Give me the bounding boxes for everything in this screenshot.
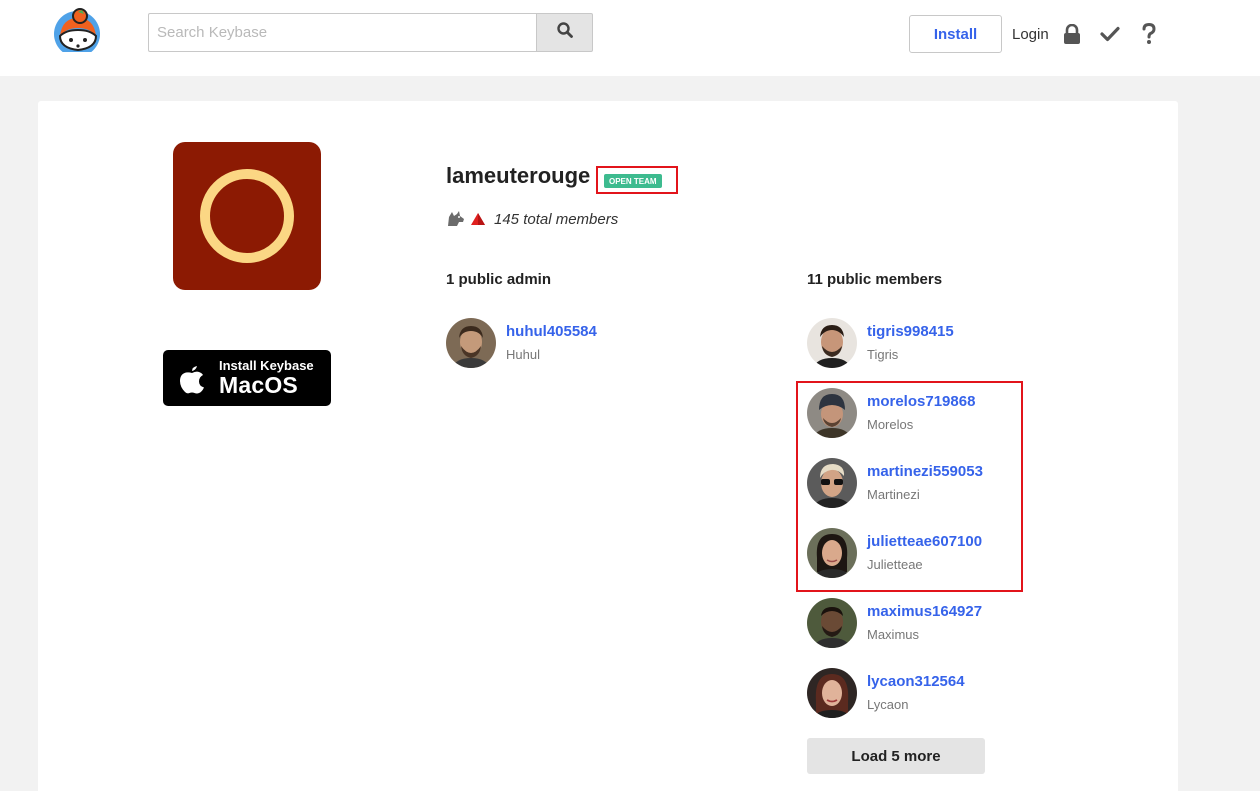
member-count-row: 145 total members: [446, 209, 618, 229]
member-username[interactable]: lycaon312564: [867, 673, 965, 690]
keybase-logo-icon[interactable]: [52, 8, 102, 57]
search-input[interactable]: [148, 13, 537, 52]
lock-icon[interactable]: [1060, 22, 1084, 46]
avatar[interactable]: [807, 318, 857, 368]
avatar[interactable]: [807, 598, 857, 648]
install-macos-badge[interactable]: Install Keybase MacOS: [163, 350, 331, 406]
member-full-name: Maximus: [867, 627, 920, 642]
public-members-title: 11 public members: [807, 271, 943, 288]
load-more-button[interactable]: Load 5 more: [807, 738, 985, 774]
team-name: lameuterouge: [446, 163, 591, 188]
search-bar: [148, 13, 593, 52]
member-list-item: tigris998415 Tigris: [807, 318, 1027, 368]
members-highlight: [796, 381, 1023, 592]
install-badge-line1: Install Keybase: [219, 358, 314, 373]
avatar[interactable]: [446, 318, 496, 368]
search-button[interactable]: [536, 13, 593, 52]
login-link[interactable]: Login: [1012, 26, 1049, 43]
member-username[interactable]: maximus164927: [867, 603, 982, 620]
avatar[interactable]: [807, 668, 857, 718]
apple-icon: [177, 362, 207, 394]
member-list-item: lycaon312564 Lycaon: [807, 668, 1027, 718]
admin-list-item: huhul405584 Huhul: [446, 318, 666, 368]
search-icon: [556, 22, 573, 43]
team-avatar: [173, 142, 321, 290]
check-icon[interactable]: [1098, 22, 1122, 46]
public-admins-title: 1 public admin: [446, 271, 552, 288]
top-header: Install Login: [0, 0, 1260, 76]
member-full-name: Lycaon: [867, 697, 909, 712]
member-username[interactable]: tigris998415: [867, 323, 954, 340]
admin-username[interactable]: huhul405584: [506, 323, 597, 340]
help-icon[interactable]: [1137, 22, 1161, 46]
install-badge-line2: MacOS: [219, 372, 298, 398]
total-members-text: 145 total members: [494, 210, 619, 228]
team-avatar-ring: [200, 169, 294, 263]
member-list-item: maximus164927 Maximus: [807, 598, 1027, 648]
open-team-highlight: [596, 166, 678, 194]
admin-full-name: Huhul: [506, 347, 540, 362]
install-button[interactable]: Install: [909, 15, 1002, 53]
wolf-icon: [446, 210, 466, 228]
team-profile-card: Install Keybase MacOS lameuterouge OPEN …: [38, 101, 1178, 791]
red-triangle-icon: [470, 212, 486, 226]
member-full-name: Tigris: [867, 347, 899, 362]
